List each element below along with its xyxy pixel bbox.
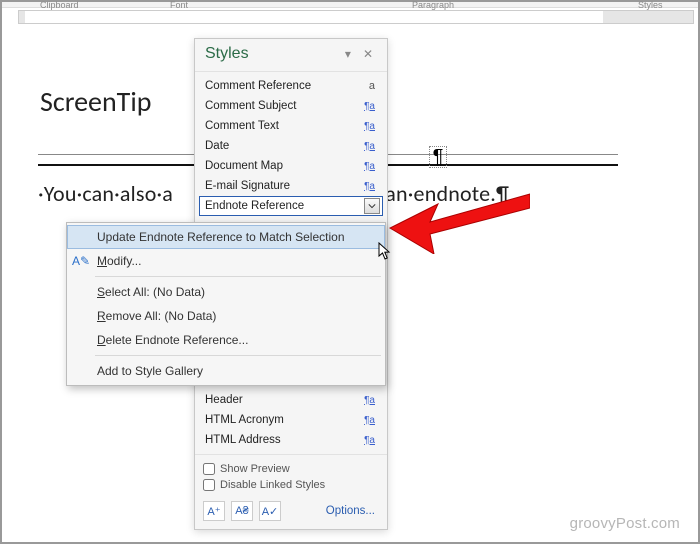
task-pane-options-icon[interactable]: ▾	[339, 47, 357, 61]
style-item[interactable]: Date¶a	[199, 136, 383, 156]
horizontal-ruler	[18, 10, 694, 24]
cursor-icon	[378, 242, 394, 267]
show-preview-checkbox[interactable]: Show Preview	[203, 461, 379, 477]
menu-select-all[interactable]: Select All: (No Data)	[67, 280, 385, 304]
modify-icon: A✎	[73, 253, 89, 269]
menu-separator	[95, 355, 381, 356]
close-icon[interactable]: ✕	[357, 47, 379, 61]
menu-separator	[95, 276, 381, 277]
options-link[interactable]: Options...	[326, 505, 379, 517]
new-style-icon[interactable]: A⁺	[203, 501, 225, 521]
style-context-menu: Update Endnote Reference to Match Select…	[66, 222, 386, 386]
style-item[interactable]: E-mail Signature¶a	[199, 176, 383, 196]
menu-remove-all[interactable]: Remove All: (No Data)	[67, 304, 385, 328]
style-item[interactable]: Comment Referencea	[199, 76, 383, 96]
ribbon-strip	[2, 2, 698, 8]
heading-text: ScreenTip	[40, 84, 151, 119]
style-dropdown-icon[interactable]	[364, 198, 380, 214]
pilcrow-marker: ¶	[429, 146, 447, 168]
styles-pane-footer: Show Preview Disable Linked Styles A⁺ A₴…	[195, 454, 387, 529]
body-text-left: ·You·can·also·a	[38, 180, 173, 207]
ribbon-group-styles: Styles	[638, 0, 663, 10]
ribbon-group-font: Font	[170, 0, 188, 10]
menu-add-to-gallery[interactable]: Add to Style Gallery	[67, 359, 385, 383]
menu-modify[interactable]: A✎ Modify...	[67, 249, 385, 273]
styles-pane-title: Styles	[205, 45, 339, 63]
style-item[interactable]: HTML Acronym¶a	[199, 410, 383, 430]
menu-delete-style[interactable]: Delete Endnote Reference...	[67, 328, 385, 352]
ribbon-group-paragraph: Paragraph	[412, 0, 454, 10]
style-item-selected[interactable]: Endnote Reference	[199, 196, 383, 216]
ribbon-group-clipboard: Clipboard	[40, 0, 79, 10]
styles-pane-header[interactable]: Styles ▾ ✕	[195, 39, 387, 72]
disable-linked-checkbox[interactable]: Disable Linked Styles	[203, 477, 379, 493]
styles-list-top: Comment Referencea Comment Subject¶a Com…	[195, 72, 387, 218]
menu-update-match-selection[interactable]: Update Endnote Reference to Match Select…	[67, 225, 385, 249]
watermark: groovyPost.com	[570, 515, 680, 532]
style-item[interactable]: Document Map¶a	[199, 156, 383, 176]
style-inspector-icon[interactable]: A₴	[231, 501, 253, 521]
style-item[interactable]: Comment Subject¶a	[199, 96, 383, 116]
manage-styles-icon[interactable]: A✓	[259, 501, 281, 521]
style-item[interactable]: HTML Address¶a	[199, 430, 383, 450]
style-item[interactable]: Header¶a	[199, 390, 383, 410]
annotation-arrow-icon	[380, 174, 530, 259]
style-item[interactable]: Comment Text¶a	[199, 116, 383, 136]
